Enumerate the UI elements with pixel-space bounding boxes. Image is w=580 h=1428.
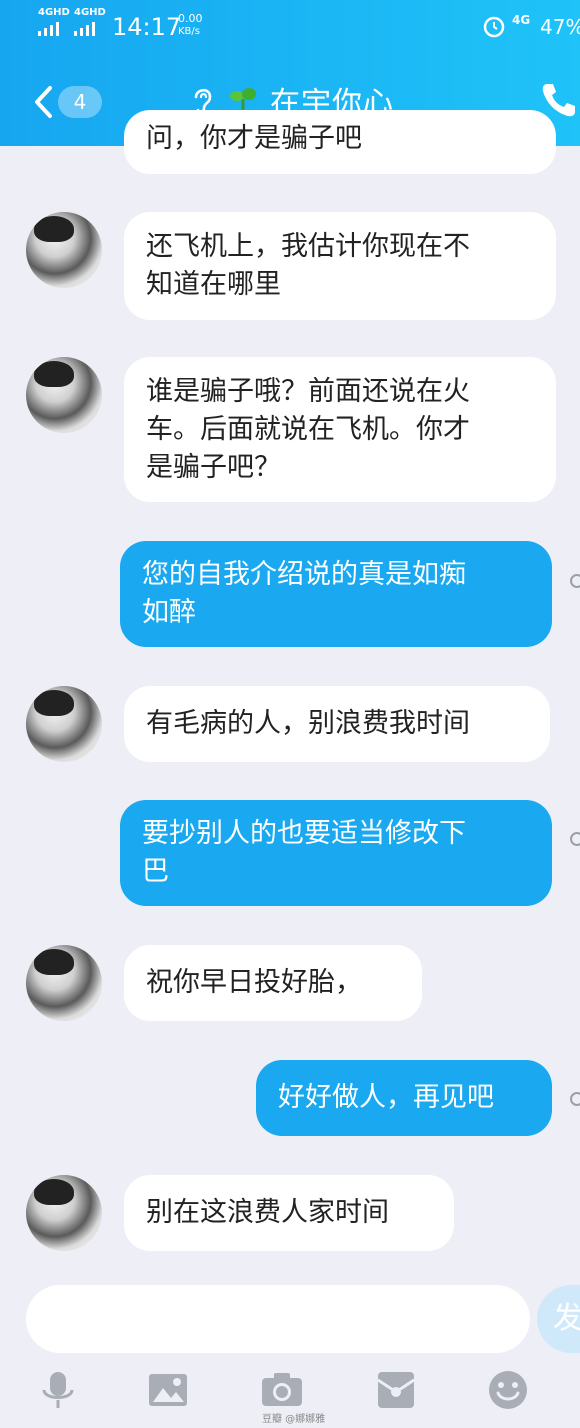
message-text-line: 还飞机上，我估计你现在不 [146,231,470,262]
message-text-line: 是骗子吧？ [146,451,281,483]
unread-badge[interactable]: 4 [58,86,102,118]
message-text-line: 要抄别人的也要适当修改下 [142,818,466,849]
status-time: 14:17 [112,13,182,41]
message-text: 问，你才是骗子吧 [146,123,362,154]
message-text-line: 如醉 [142,597,196,628]
red-packet-icon[interactable] [374,1368,418,1412]
message-bubble[interactable]: 有毛病的人，别浪费我时间 [124,686,550,762]
message-bubble[interactable]: 祝你早日投好胎， [124,945,422,1021]
read-status-icon [570,574,580,588]
avatar[interactable] [26,1175,102,1251]
message-bubble-sent[interactable]: 好好做人，再见吧 [256,1060,552,1136]
message-bubble[interactable]: 问，你才是骗子吧 [124,110,556,174]
message-bubble-sent[interactable]: 要抄别人的也要适当修改下 巴 [120,800,552,906]
alarm-icon [483,16,505,38]
message-text-line: 知道在哪里 [146,269,281,300]
camera-icon[interactable] [260,1368,304,1412]
net-type: 4G [512,13,531,27]
avatar[interactable] [26,686,102,762]
message-text-line: 巴 [142,856,169,887]
avatar[interactable] [26,357,102,433]
mic-icon[interactable] [36,1368,80,1412]
net-speed-unit: KB/s [178,26,200,37]
message-text: 好好做人，再见吧 [278,1082,494,1113]
message-text: 有毛病的人，别浪费我时间 [146,708,470,739]
message-input[interactable] [26,1285,530,1353]
message-text-line: 谁是骗子哦？前面还说在火 [146,375,470,407]
message-text: 祝你早日投好胎， [146,967,362,998]
signal-icon-2: 4GHD [74,8,108,38]
avatar[interactable] [26,945,102,1021]
message-bubble[interactable]: 还飞机上，我估计你现在不 知道在哪里 [124,212,556,320]
message-bubble-sent[interactable]: 您的自我介绍说的真是如痴 如醉 [120,541,552,647]
send-button[interactable]: 发 [537,1285,580,1353]
signal-label: 4GHD [38,7,70,18]
message-text-line: 您的自我介绍说的真是如痴 [142,559,466,590]
battery-level: 47% [540,15,580,39]
read-status-icon [570,832,580,846]
message-bubble[interactable]: 别在这浪费人家时间 [124,1175,454,1251]
watermark: 豆瓣 @娜娜雅 [262,1414,326,1425]
signal-icon: 4GHD [38,8,72,38]
message-text: 别在这浪费人家时间 [146,1197,389,1228]
read-status-icon [570,1092,580,1106]
message-bubble[interactable]: 谁是骗子哦？前面还说在火 车。后面就说在飞机。你才 是骗子吧？ [124,357,556,502]
image-icon[interactable] [146,1368,190,1412]
emoji-icon[interactable] [486,1368,530,1412]
message-text-line: 车。后面就说在飞机。你才 [146,413,470,445]
signal-label-2: 4GHD [74,7,106,18]
avatar[interactable] [26,212,102,288]
